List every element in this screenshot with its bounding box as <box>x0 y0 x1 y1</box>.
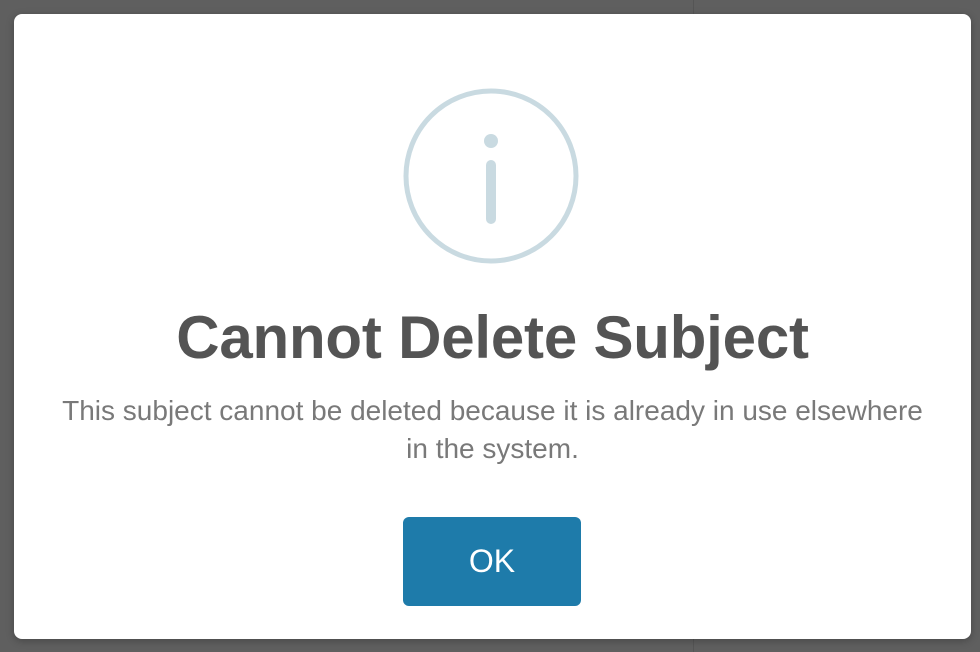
info-circle-icon <box>403 88 579 264</box>
alert-dialog: Cannot Delete Subject This subject canno… <box>14 14 971 639</box>
dialog-title: Cannot Delete Subject <box>176 304 809 371</box>
dialog-message: This subject cannot be deleted because i… <box>62 395 923 464</box>
ok-button[interactable]: OK <box>403 517 581 606</box>
